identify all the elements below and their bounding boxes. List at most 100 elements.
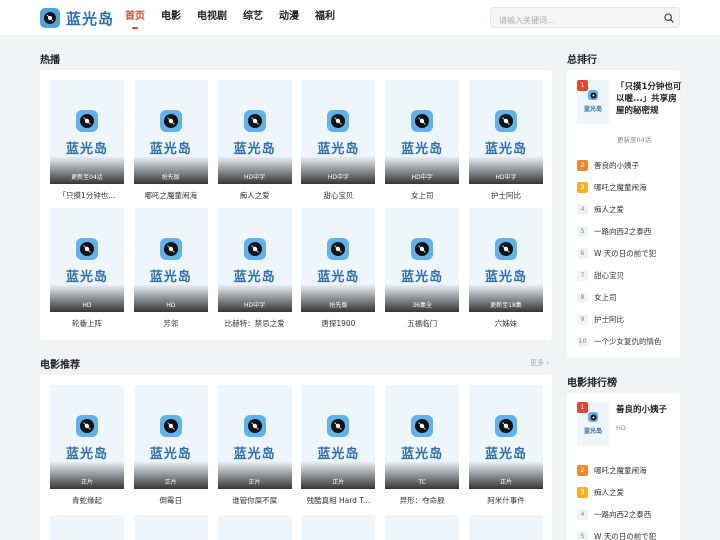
nav-variety[interactable]: 综艺 xyxy=(243,0,263,36)
movie-ranking-title: 电影排行榜 xyxy=(567,378,617,389)
rank-row[interactable]: 7 甜心宝贝 xyxy=(577,264,662,286)
video-card[interactable]: 蓝光岛 抢先版 哪吒之魔童闹海 xyxy=(133,80,208,202)
video-card[interactable]: 蓝光岛 HD中字 护士阿比 xyxy=(468,80,543,202)
video-poster: 蓝光岛 抢先版 xyxy=(301,208,376,312)
poster-partial[interactable] xyxy=(468,515,543,540)
disc-icon xyxy=(159,110,182,132)
disc-icon xyxy=(243,238,266,260)
video-card[interactable]: 蓝光岛 HD 轮番上阵 xyxy=(50,208,124,330)
rank-row[interactable]: 10 一个少女复仇的情色 xyxy=(577,330,662,352)
video-card[interactable]: 蓝光岛 36集全 五福临门 xyxy=(385,208,460,330)
rank-row[interactable]: 6 W 天の日の前で犯 xyxy=(577,242,662,264)
movie-ranking-top-item[interactable]: 蓝光岛 善良的小姨子 HD xyxy=(577,402,682,446)
video-badge: HD xyxy=(82,302,92,309)
video-title: 异形：夺命舰 xyxy=(399,496,445,505)
logo-text: 蓝光岛 xyxy=(66,9,115,28)
rank-number: 4 xyxy=(577,203,588,215)
ranking-top-info: 「只摸1分钟也可以喔...」共享房屋的秘密规 xyxy=(616,81,682,124)
rank-title: 护士阿比 xyxy=(594,314,624,324)
ranking-top-item[interactable]: 蓝光岛 「只摸1分钟也可以喔...」共享房屋的秘密规 xyxy=(577,80,682,124)
rank-row[interactable]: 8 女上司 xyxy=(577,286,662,308)
video-badge: HD xyxy=(166,302,176,309)
search-input[interactable] xyxy=(491,11,651,30)
rank-title: 痴人之爱 xyxy=(594,487,624,497)
video-card[interactable]: 蓝光岛 正片 阿米什事件 xyxy=(468,385,543,507)
rank-number: 10 xyxy=(577,335,588,347)
rank-row[interactable]: 9 护士阿比 xyxy=(577,308,662,330)
rank-row[interactable]: 3 哪吒之魔童闹海 xyxy=(577,176,662,198)
video-poster: 蓝光岛 正片 xyxy=(301,385,376,489)
video-poster: 蓝光岛 更新至18集 xyxy=(468,208,543,312)
disc-icon xyxy=(76,238,98,260)
video-badge: 正片 xyxy=(164,479,177,486)
poster-partial[interactable] xyxy=(217,515,292,540)
disc-icon xyxy=(494,110,517,132)
rank-row[interactable]: 5 W 天の日の前で犯 xyxy=(577,525,656,540)
poster-label: 蓝光岛 xyxy=(583,428,602,435)
rank-title: W 天の日の前で犯 xyxy=(594,531,657,540)
video-title: 唐探1900 xyxy=(321,319,356,328)
poster-partial[interactable] xyxy=(133,515,208,540)
disc-icon xyxy=(327,415,350,437)
video-badge: 正片 xyxy=(499,479,512,486)
poster-partial[interactable] xyxy=(301,515,376,540)
video-poster: 蓝光岛 HD中字 xyxy=(385,80,460,184)
video-title: 倒霉日 xyxy=(159,496,183,505)
poster-label: 蓝光岛 xyxy=(149,270,192,285)
more-link-label: 更多 xyxy=(530,359,544,367)
video-card[interactable]: 蓝光岛 正片 谁管你屎不屎 xyxy=(217,385,292,507)
rank-row[interactable]: 2 哪吒之魔童闹海 xyxy=(577,459,656,481)
site-logo[interactable]: 蓝光岛 xyxy=(40,8,114,28)
rank-row[interactable]: 2 善良的小姨子 xyxy=(577,154,662,176)
video-poster: 蓝光岛 更新至04话 xyxy=(50,80,124,184)
rank-row[interactable]: 5 一路向西2之泰西 xyxy=(577,220,662,242)
disc-icon xyxy=(76,110,98,132)
poster-label: 蓝光岛 xyxy=(317,142,360,157)
video-card[interactable]: 蓝光岛 HD中字 甜心宝贝 xyxy=(301,80,376,202)
search-icon[interactable] xyxy=(662,11,675,24)
top-header: 蓝光岛 首页 电影 电视剧 综艺 动漫 福利 xyxy=(0,0,720,36)
video-poster: 蓝光岛 正片 xyxy=(50,385,124,489)
rank-row[interactable]: 4 一路向西2之泰西 xyxy=(577,503,656,525)
rank-title: W 天の日の前で犯 xyxy=(594,248,657,258)
nav-anime[interactable]: 动漫 xyxy=(279,0,299,36)
video-card[interactable]: 蓝光岛 HD中字 女上司 xyxy=(385,80,460,202)
poster-label: 蓝光岛 xyxy=(583,106,602,113)
nav-home[interactable]: 首页 xyxy=(125,0,145,36)
disc-icon xyxy=(411,110,434,132)
video-card[interactable]: 蓝光岛 正片 青蛇缘起 xyxy=(50,385,124,507)
video-card[interactable]: 蓝光岛 正片 倒霉日 xyxy=(133,385,208,507)
rank-row[interactable]: 3 痴人之爱 xyxy=(577,481,656,503)
video-card[interactable]: 蓝光岛 抢先版唐探1900 xyxy=(301,208,376,330)
poster-label: 蓝光岛 xyxy=(65,142,108,157)
poster-partial[interactable] xyxy=(385,515,460,540)
nav-movies[interactable]: 电影 xyxy=(161,0,181,36)
rank-number: 9 xyxy=(577,313,588,325)
video-poster: 蓝光岛 TC xyxy=(385,385,460,489)
rank-title: 一个少女复仇的情色 xyxy=(594,336,662,346)
poster-label: 蓝光岛 xyxy=(65,447,108,462)
poster-label: 蓝光岛 xyxy=(317,270,360,285)
video-card[interactable]: 蓝光岛 正片 残酷真相 Hard T... xyxy=(301,385,376,507)
rank-number: 2 xyxy=(577,159,588,171)
poster-label: 蓝光岛 xyxy=(233,142,276,157)
video-card[interactable]: 蓝光岛 HD中字 比赫特：禁忌之爱 xyxy=(217,208,292,330)
movie-more-link[interactable]: 更多 › xyxy=(530,358,549,368)
hot-grid: 蓝光岛 更新至04话 「只摸1分钟也... 蓝光岛 抢先版 哪吒之魔童闹海 蓝光岛 HD中字痴… xyxy=(50,80,543,330)
poster-label: 蓝光岛 xyxy=(233,270,276,285)
video-badge: HD中字 xyxy=(327,174,349,181)
video-card[interactable]: 蓝光岛 更新至04话 「只摸1分钟也... xyxy=(50,80,124,202)
poster-partial[interactable] xyxy=(50,515,124,540)
video-poster: 蓝光岛 HD中字 xyxy=(217,208,292,312)
rank-number: 2 xyxy=(577,464,588,476)
nav-welfare[interactable]: 福利 xyxy=(315,0,335,36)
rank-number: 4 xyxy=(577,508,588,520)
nav-tv[interactable]: 电视剧 xyxy=(197,0,227,36)
rank-row[interactable]: 4 痴人之爱 xyxy=(577,198,662,220)
video-card[interactable]: 蓝光岛 HD 芳邻 xyxy=(133,208,208,330)
movie-ranking-top-sub: HD xyxy=(616,424,626,432)
video-title: 六姊妹 xyxy=(494,319,518,328)
video-card[interactable]: 蓝光岛 HD中字 痴人之爱 xyxy=(217,80,292,202)
video-card[interactable]: 蓝光岛 TC 异形：夺命舰 xyxy=(385,385,460,507)
video-card[interactable]: 蓝光岛 更新至18集六姊妹 xyxy=(468,208,543,330)
